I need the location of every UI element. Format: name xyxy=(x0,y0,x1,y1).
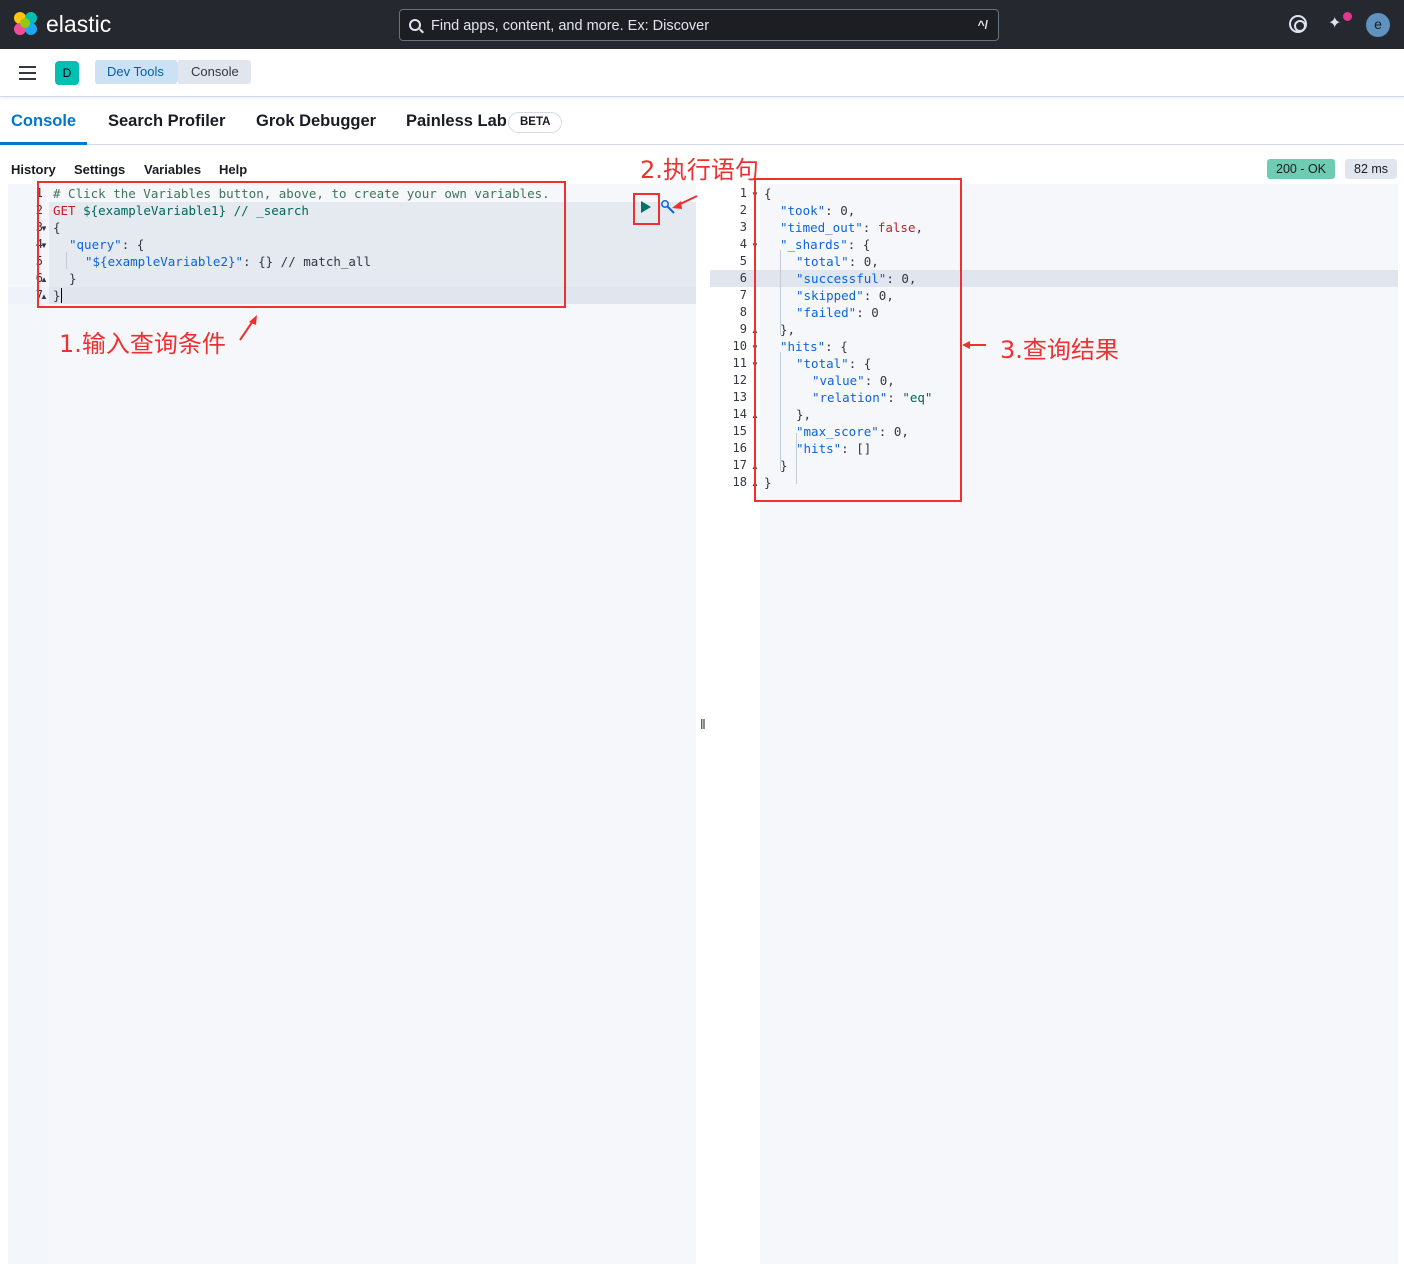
arrowhead-step2 xyxy=(672,201,682,209)
annotation-arrows xyxy=(239,195,986,349)
arrowhead-step3 xyxy=(962,341,970,349)
